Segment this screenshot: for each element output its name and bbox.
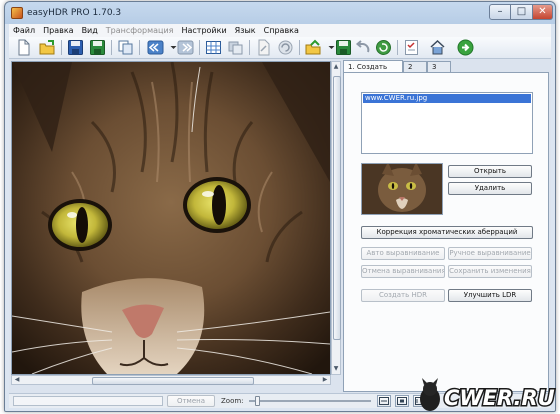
image-horizontal-scrollbar[interactable]: ◀ ▶: [11, 375, 331, 385]
forward-icon[interactable]: [177, 39, 194, 56]
create-hdr-button[interactable]: Создать HDR: [361, 289, 445, 302]
vertical-scroll-thumb[interactable]: [333, 76, 341, 340]
list-item[interactable]: www.CWER.ru.jpg: [363, 94, 531, 103]
toolbar-separator: [139, 40, 140, 55]
zoom-slider-thumb[interactable]: [255, 396, 260, 406]
scroll-up-icon[interactable]: ▲: [332, 62, 340, 72]
watermark-text: CWER.RU: [444, 386, 555, 410]
toolbar-separator: [111, 40, 112, 55]
fit-width-icon[interactable]: [377, 395, 391, 407]
toolbar-separator: [299, 40, 300, 55]
toolbar-separator: [397, 40, 398, 55]
file-list[interactable]: www.CWER.ru.jpg: [361, 92, 533, 154]
minimize-button[interactable]: –: [489, 4, 511, 20]
back-icon[interactable]: [147, 39, 164, 56]
grid-view-icon[interactable]: [205, 39, 222, 56]
save-result-icon[interactable]: [335, 39, 352, 56]
zoom-slider-track[interactable]: [249, 400, 371, 402]
save-changes-button[interactable]: Сохранить изменения: [448, 265, 532, 278]
horizontal-scroll-thumb[interactable]: [92, 377, 254, 385]
save-as-icon[interactable]: [89, 39, 106, 56]
menu-edit[interactable]: Правка: [39, 24, 77, 37]
menu-language[interactable]: Язык: [231, 24, 260, 37]
image-preview[interactable]: [11, 61, 331, 375]
open-folder-icon[interactable]: [39, 39, 56, 56]
toolbar: [9, 37, 551, 59]
go-icon[interactable]: [457, 39, 474, 56]
manual-align-button[interactable]: Ручное выравнивание: [448, 247, 532, 260]
scroll-down-icon[interactable]: ▼: [332, 364, 340, 374]
save-icon[interactable]: [67, 39, 84, 56]
toolbar-separator: [199, 40, 200, 55]
open-button[interactable]: Открыть: [448, 165, 532, 178]
app-window: easyHDR PRO 1.70.3 – □ ✕ Файл Правка Вид Тр…: [4, 1, 556, 412]
menu-file[interactable]: Файл: [9, 24, 39, 37]
thumbnail-photo: [362, 164, 442, 214]
toolbar-separator: [249, 40, 250, 55]
menu-help[interactable]: Справка: [260, 24, 303, 37]
scroll-left-icon[interactable]: ◀: [12, 376, 22, 384]
auto-align-button[interactable]: Авто выравнивание: [361, 247, 445, 260]
menu-bar: Файл Правка Вид Трансформация Настройки Язык С…: [9, 24, 551, 37]
tab-2[interactable]: 2: [403, 61, 427, 72]
compare-icon[interactable]: [227, 39, 244, 56]
window-title: easyHDR PRO 1.70.3: [27, 8, 122, 18]
app-icon: [11, 7, 23, 19]
export-icon[interactable]: [305, 39, 322, 56]
progress-field: [13, 396, 163, 406]
scroll-right-icon[interactable]: ▶: [320, 376, 330, 384]
tab-3[interactable]: 3: [427, 61, 451, 72]
cat-photo: [12, 62, 330, 374]
toolbar-separator: [61, 40, 62, 55]
checklist-icon[interactable]: [403, 39, 420, 56]
menu-view[interactable]: Вид: [78, 24, 102, 37]
home-icon[interactable]: [429, 39, 446, 56]
reload-icon[interactable]: [375, 39, 392, 56]
export-dropdown-icon[interactable]: [323, 39, 335, 56]
image-vertical-scrollbar[interactable]: ▲ ▼: [331, 61, 341, 375]
dropdown-icon[interactable]: [165, 39, 177, 56]
menu-settings[interactable]: Настройки: [177, 24, 230, 37]
new-file-icon[interactable]: [15, 39, 32, 56]
image-thumbnail: [361, 163, 443, 215]
menu-transform[interactable]: Трансформация: [102, 24, 178, 37]
watermark-logo: CWER.RU: [416, 375, 560, 414]
maximize-button[interactable]: □: [511, 4, 533, 20]
close-button[interactable]: ✕: [533, 4, 553, 20]
improve-ldr-button[interactable]: Улучшить LDR: [448, 289, 532, 302]
fit-screen-icon[interactable]: [395, 395, 409, 407]
copy-icon[interactable]: [117, 39, 134, 56]
refresh-icon[interactable]: [277, 39, 294, 56]
main-area: ▲ ▼ ◀ ▶ 1. Создать HDR 2 3 www.CWER.ru.j…: [9, 59, 551, 393]
delete-button[interactable]: Удалить: [448, 182, 532, 195]
cancel-align-button[interactable]: Отмена выравнивания: [361, 265, 445, 278]
undo-icon[interactable]: [355, 39, 372, 56]
cancel-button[interactable]: Отмена: [167, 395, 215, 407]
chromatic-aberration-button[interactable]: Коррекция хроматических аберраций: [361, 226, 533, 239]
zoom-label: Zoom:: [221, 397, 244, 405]
transform-icon[interactable]: [255, 39, 272, 56]
create-hdr-panel: www.CWER.ru.jpg Открыть Удалить Коррекци…: [343, 72, 549, 392]
title-bar[interactable]: easyHDR PRO 1.70.3 – □ ✕: [5, 2, 555, 24]
